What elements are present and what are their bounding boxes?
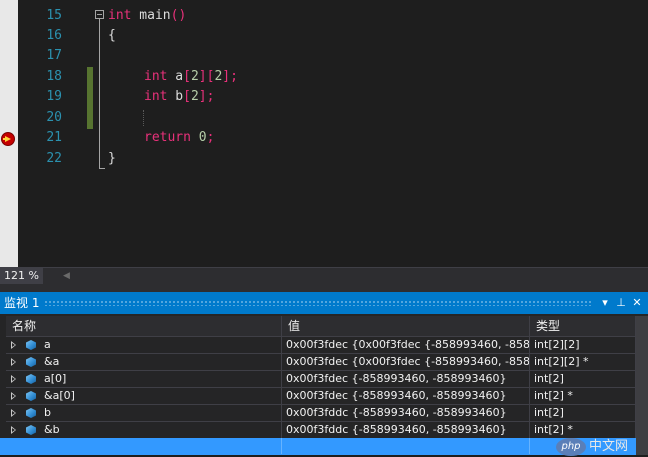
watch-type: int[2] * [530, 388, 636, 404]
watch-value[interactable]: 0x00f3fddc {-858993460, -858993460} [282, 405, 530, 421]
watch-name: &b [44, 423, 60, 436]
variable-icon [26, 340, 36, 350]
drag-grip[interactable] [44, 300, 592, 306]
variable-icon [26, 391, 36, 401]
bracket: ]; [198, 89, 215, 104]
auto-hide-pin-icon[interactable]: ⊥ [614, 292, 628, 314]
code-line-21[interactable]: return 0; [144, 128, 214, 148]
code-editor[interactable]: 15 16 17 18 19 20 21 22 int main() { int… [0, 0, 648, 267]
bracket: ]; [222, 69, 238, 84]
variable-icon [26, 357, 36, 367]
line-number: 16 [46, 28, 62, 43]
watch-name: &a [44, 355, 60, 368]
watch-name: &a[0] [44, 389, 75, 402]
outline-guide [99, 19, 100, 168]
watch-type: int[2][2] [530, 337, 636, 353]
expand-arrow-icon[interactable] [11, 375, 16, 383]
watch-row[interactable]: &a[0] 0x00f3fdec {-858993460, -858993460… [6, 387, 636, 404]
watch-type: int[2] [530, 405, 636, 421]
variable-icon [26, 374, 36, 384]
watch-window-title: 监视 1 [4, 296, 40, 310]
collapse-outline-icon[interactable] [95, 10, 104, 19]
php-logo: php [556, 438, 586, 456]
current-statement-arrow-icon[interactable] [1, 132, 15, 146]
code-line-22[interactable]: } [108, 149, 116, 169]
scroll-left-icon[interactable]: ◀ [63, 270, 70, 282]
number: 2 [190, 69, 199, 84]
vertical-scrollbar[interactable] [636, 316, 648, 455]
bracket: [ [183, 89, 191, 104]
watch-name: a[0] [44, 372, 67, 385]
number: 2 [190, 89, 199, 104]
watch-value[interactable]: 0x00f3fdec {-858993460, -858993460} [282, 388, 530, 404]
code-line-18[interactable]: int a[2][2]; [144, 67, 238, 87]
watch-name: a [44, 338, 51, 351]
column-header-type[interactable]: 类型 [530, 316, 636, 336]
watch-grid-area[interactable]: 名称 值 类型 a 0x00f3fdec {0x00f3fdec {-85899… [0, 314, 648, 455]
new-watch-name-cell[interactable] [6, 438, 282, 454]
line-number: 17 [46, 48, 62, 63]
function-name: main [131, 8, 171, 23]
watch-value[interactable]: 0x00f3fdec {0x00f3fdec {-858993460, -858… [282, 354, 530, 370]
keyword: int [144, 69, 168, 84]
expand-arrow-icon[interactable] [11, 341, 16, 349]
watch-type: int[2][2] * [530, 354, 636, 370]
new-watch-value-cell[interactable] [282, 438, 530, 454]
expand-arrow-icon[interactable] [11, 392, 16, 400]
line-number: 15 [46, 8, 62, 23]
line-number: 19 [46, 89, 62, 104]
code-line-19[interactable]: int b[2]; [144, 87, 214, 107]
panel-splitter[interactable] [0, 284, 648, 292]
watch-row[interactable]: a 0x00f3fdec {0x00f3fdec {-858993460, -8… [6, 336, 636, 353]
expand-arrow-icon[interactable] [11, 358, 16, 366]
variable-icon [26, 408, 36, 418]
change-tracking-bar [87, 67, 93, 129]
watch-name: b [44, 406, 51, 419]
watch-row[interactable]: &a 0x00f3fdec {0x00f3fdec {-858993460, -… [6, 353, 636, 370]
watch-value[interactable]: 0x00f3fddc {-858993460, -858993460} [282, 422, 530, 438]
keyword: int [144, 89, 168, 104]
variable-icon [26, 425, 36, 435]
watch-type: int[2] [530, 371, 636, 387]
zoom-level-combobox[interactable]: 121 % [0, 268, 43, 284]
code-text-area[interactable]: int main() { int a[2][2]; int b[2]; retu… [62, 0, 648, 267]
column-header-name[interactable]: 名称 [6, 316, 282, 336]
identifier: a [167, 69, 184, 84]
indent-guide [143, 110, 144, 126]
semicolon: ; [206, 130, 215, 145]
line-number: 20 [46, 110, 62, 125]
code-line-16[interactable]: { [108, 26, 116, 46]
watch-value[interactable]: 0x00f3fdec {0x00f3fdec {-858993460, -858… [282, 337, 530, 353]
column-header-value[interactable]: 值 [282, 316, 530, 336]
outline-guide-end [99, 168, 105, 169]
line-number: 18 [46, 69, 62, 84]
line-number-gutter: 15 16 17 18 19 20 21 22 [18, 0, 62, 267]
watch-window-titlebar[interactable]: 监视 1 ▾ ⊥ ✕ [0, 292, 648, 314]
editor-bottom-bar: 121 % ◀ [0, 267, 648, 284]
watch-new-entry-row-selected[interactable] [0, 438, 636, 455]
keyword: int [108, 8, 132, 23]
indicator-margin[interactable] [0, 0, 18, 267]
number: 0 [198, 130, 207, 145]
watch-row[interactable]: &b 0x00f3fddc {-858993460, -858993460} i… [6, 421, 636, 438]
watch-value[interactable]: 0x00f3fdec {-858993460, -858993460} [282, 371, 530, 387]
parens: () [170, 8, 187, 23]
code-line-15[interactable]: int main() [108, 6, 186, 26]
watch-type: int[2] * [530, 422, 636, 438]
watch-row[interactable]: b 0x00f3fddc {-858993460, -858993460} in… [6, 404, 636, 421]
line-number: 21 [46, 130, 62, 145]
watch-row[interactable]: a[0] 0x00f3fdec {-858993460, -858993460}… [6, 370, 636, 387]
bracket: ][ [198, 69, 215, 84]
expand-arrow-icon[interactable] [11, 409, 16, 417]
close-icon[interactable]: ✕ [630, 292, 644, 314]
line-number: 22 [46, 151, 62, 166]
bracket: [ [183, 69, 191, 84]
window-position-dropdown-icon[interactable]: ▾ [598, 292, 612, 314]
identifier: b [167, 89, 184, 104]
expand-arrow-icon[interactable] [11, 426, 16, 434]
keyword: return [144, 130, 191, 145]
watermark-text: 中文网 [589, 439, 629, 454]
